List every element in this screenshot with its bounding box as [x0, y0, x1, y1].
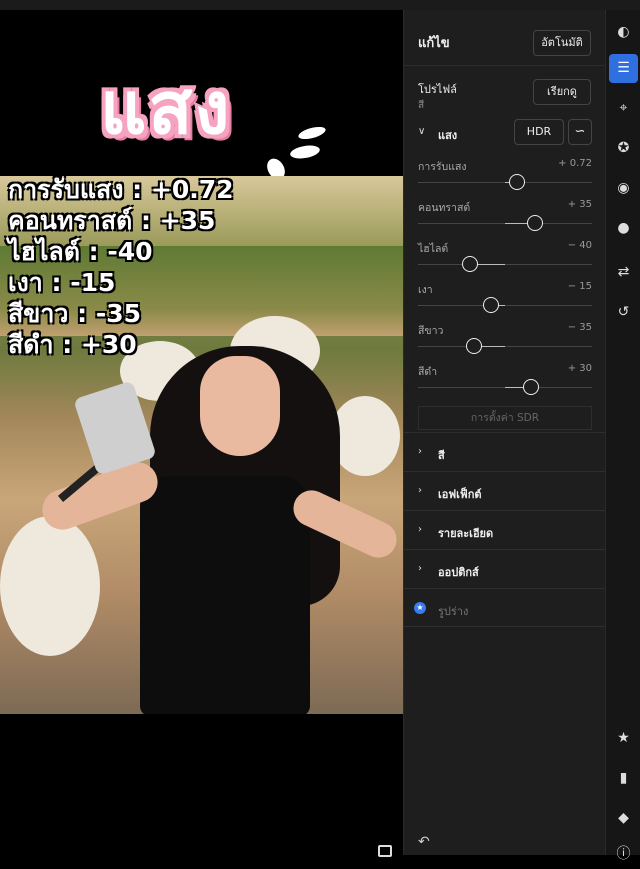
slider-blacks[interactable]: สีดำ + 30: [418, 363, 592, 403]
slider-label: คอนทราสต์: [418, 202, 471, 214]
sheep: [0, 516, 100, 656]
slider-thumb[interactable]: [483, 297, 500, 313]
browse-profile-button[interactable]: เรียกดู: [533, 79, 591, 105]
chevron-right-icon: ›: [418, 446, 422, 457]
slider-value[interactable]: + 0.72: [558, 158, 592, 169]
panel-title: แก้ไข: [418, 36, 450, 51]
slider-shadows[interactable]: เงา − 15: [418, 281, 592, 321]
light-section-label: แสง: [438, 129, 458, 142]
edit-panel: แก้ไข อัตโนมัติ โปรไฟล์ สี เรียกดู ∨ แสง…: [403, 10, 606, 855]
slider-thumb[interactable]: [465, 338, 482, 354]
slider-track: [418, 305, 592, 306]
sheep: [330, 396, 400, 476]
slider-thumb[interactable]: [462, 256, 479, 272]
slider-thumb[interactable]: [509, 174, 526, 190]
slider-label: การรับแสง: [418, 161, 467, 173]
blur-icon[interactable]: ●: [609, 214, 638, 243]
healing-icon[interactable]: ✪: [609, 134, 638, 163]
chevron-down-icon: ∨: [418, 126, 426, 137]
tag-icon[interactable]: ◆: [609, 804, 638, 833]
slider-label: สีดำ: [418, 366, 438, 378]
panel-header: แก้ไข อัตโนมัติ: [404, 20, 606, 60]
slider-thumb[interactable]: [523, 379, 540, 395]
section-label: ออปติกส์: [438, 566, 479, 579]
top-bar: [0, 0, 640, 10]
overlay-title: แสง: [100, 66, 232, 150]
profile-label: โปรไฟล์: [418, 83, 457, 96]
chevron-right-icon: ›: [418, 563, 422, 574]
slider-value[interactable]: − 35: [568, 322, 592, 333]
premium-star-icon: ★: [414, 602, 426, 614]
history-icon[interactable]: ↺: [609, 298, 638, 327]
hdr-button[interactable]: HDR: [514, 119, 564, 145]
profile-value: สี: [418, 100, 425, 111]
slider-label: ไฮไลต์: [418, 243, 449, 255]
profile-row: โปรไฟล์ สี เรียกดู: [404, 65, 606, 115]
comment-icon[interactable]: ▮: [609, 764, 638, 793]
slider-whites[interactable]: สีขาว − 35: [418, 322, 592, 362]
versions-icon[interactable]: ⇄: [609, 258, 638, 287]
star-icon[interactable]: ★: [609, 724, 638, 753]
masking-icon[interactable]: ◉: [609, 174, 638, 203]
section-detail[interactable]: › รายละเอียด: [404, 510, 606, 549]
slider-track: [418, 264, 592, 265]
slider-value[interactable]: − 15: [568, 281, 592, 292]
auto-button[interactable]: อัตโนมัติ: [533, 30, 591, 56]
slider-value[interactable]: + 35: [568, 199, 592, 210]
slider-track: [418, 346, 592, 347]
slider-thumb[interactable]: [526, 215, 543, 231]
section-optics[interactable]: › ออปติกส์: [404, 549, 606, 588]
tone-curve-icon[interactable]: ∽: [568, 119, 592, 145]
section-label: เอฟเฟ็กต์: [438, 488, 482, 501]
person-face: [200, 356, 280, 456]
slider-value[interactable]: − 40: [568, 240, 592, 251]
sdr-settings-label: การตั้งค่า SDR: [470, 412, 540, 424]
undo-icon[interactable]: ↶: [418, 834, 430, 850]
tool-rail: ◐ ☰ ⌖ ✪ ◉ ● ⇄ ↺ ★ ▮ ◆ ⓘ: [605, 10, 640, 862]
presets-icon[interactable]: ◐: [609, 18, 638, 47]
chevron-right-icon: ›: [418, 524, 422, 535]
person-body: [140, 476, 310, 714]
section-color[interactable]: › สี: [404, 432, 606, 471]
section-label: รูปร่าง: [438, 605, 469, 618]
section-effects[interactable]: › เอฟเฟ็กต์: [404, 471, 606, 510]
splash-decoration: [297, 124, 327, 142]
slider-value[interactable]: + 30: [568, 363, 592, 374]
chevron-right-icon: ›: [418, 485, 422, 496]
image-canvas[interactable]: แสง การรับแสง : +0.72 คอนทราสต์ : +35 ไฮ…: [0, 10, 403, 857]
light-section-header[interactable]: ∨ แสง HDR ∽: [404, 118, 606, 146]
slider-highlights[interactable]: ไฮไลต์ − 40: [418, 240, 592, 280]
slider-exposure[interactable]: การรับแสง + 0.72: [418, 158, 592, 198]
compare-icon[interactable]: [378, 845, 392, 857]
slider-label: เงา: [418, 284, 433, 296]
overlay-line-blacks: สีดำ : +30: [8, 330, 137, 359]
section-label: สี: [438, 449, 445, 462]
splash-decoration: [289, 143, 321, 161]
crop-icon[interactable]: ⌖: [609, 94, 638, 123]
section-label: รายละเอียด: [438, 527, 494, 540]
slider-contrast[interactable]: คอนทราสต์ + 35: [418, 199, 592, 239]
section-geometry[interactable]: ★ รูปร่าง: [404, 588, 606, 627]
sdr-settings-button[interactable]: การตั้งค่า SDR: [418, 406, 592, 430]
slider-label: สีขาว: [418, 325, 444, 337]
edit-sliders-icon[interactable]: ☰: [609, 54, 638, 83]
